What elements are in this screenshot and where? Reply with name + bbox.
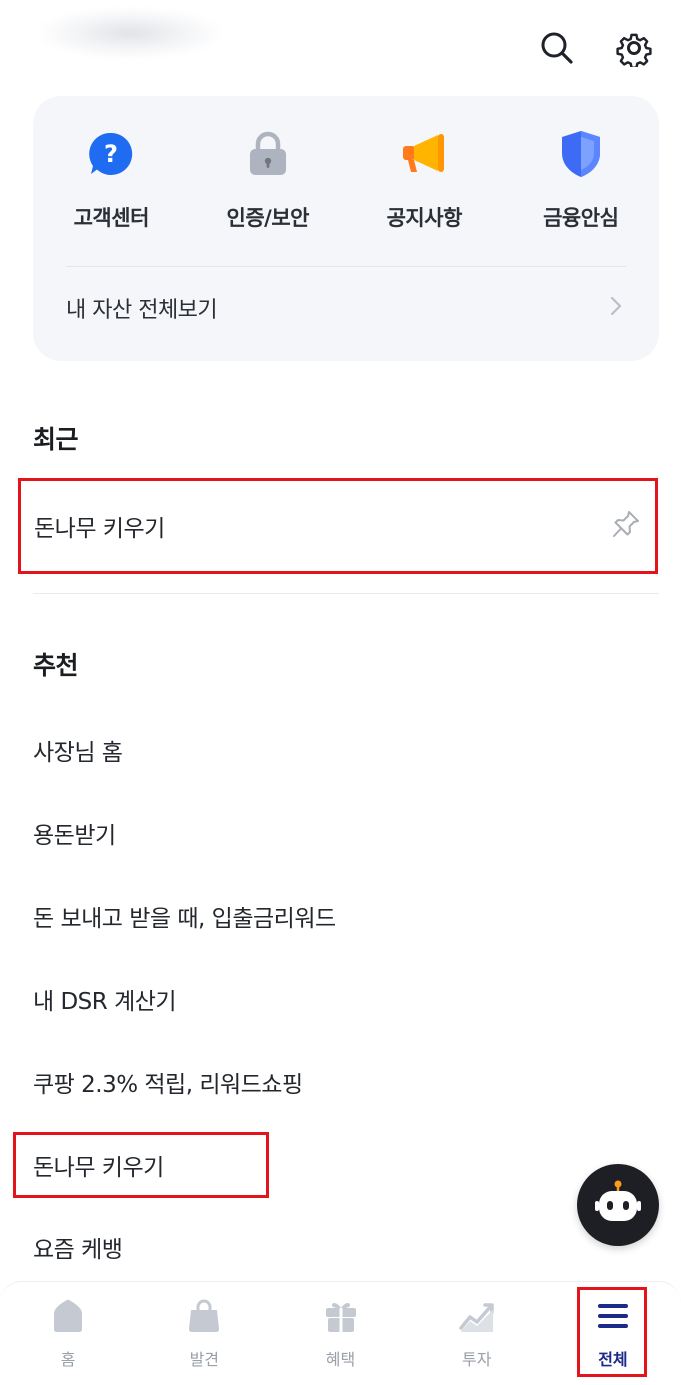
nav-label: 혜택 — [325, 1350, 356, 1369]
recommend-item[interactable]: 용돈받기 — [33, 811, 116, 855]
megaphone-icon — [396, 126, 452, 182]
quick-menu-divider — [66, 266, 626, 267]
recommend-item[interactable]: 사장님 홈 — [33, 728, 123, 772]
shopping-bag-icon — [184, 1296, 224, 1336]
pin-icon[interactable] — [611, 509, 641, 543]
recommend-section-title: 추천 — [33, 651, 79, 680]
recent-item-label: 돈나무 키우기 — [34, 516, 165, 542]
nav-item-discover[interactable]: 발견 — [136, 1282, 272, 1385]
quick-item-customer-center[interactable]: ? 고객센터 — [33, 126, 190, 246]
section-divider — [33, 593, 659, 594]
view-all-assets-link[interactable]: 내 자산 전체보기 — [33, 268, 659, 348]
nav-label: 홈 — [60, 1350, 76, 1369]
recommend-item[interactable]: 쿠팡 2.3% 적립, 리워드쇼핑 — [33, 1060, 303, 1104]
quick-item-auth-security[interactable]: 인증/보안 — [190, 126, 347, 246]
recommend-item[interactable]: 요즘 케뱅 — [33, 1225, 123, 1269]
shield-icon — [553, 126, 609, 182]
quick-item-notice[interactable]: 공지사항 — [346, 126, 503, 246]
top-bar — [0, 0, 681, 95]
gear-icon[interactable] — [614, 28, 654, 68]
quick-menu-card: ? 고객센터 인증/보안 공지사항 금융안심 내 자산 전체보기 — [33, 96, 659, 361]
robot-icon — [593, 1178, 643, 1232]
highlight-box — [13, 1132, 269, 1198]
highlight-box — [577, 1287, 647, 1377]
search-icon[interactable] — [537, 28, 577, 68]
chatbot-button[interactable] — [577, 1164, 659, 1246]
nav-item-home[interactable]: 홈 — [0, 1282, 136, 1385]
recommend-item[interactable]: 내 DSR 계산기 — [33, 977, 177, 1021]
svg-text:?: ? — [104, 140, 118, 168]
recent-item-money-tree[interactable]: 돈나무 키우기 — [18, 478, 658, 574]
quick-item-financial-safety[interactable]: 금융안심 — [503, 126, 660, 246]
profile-name-blurred — [40, 8, 220, 58]
quick-item-label: 고객센터 — [73, 206, 150, 230]
quick-menu-row: ? 고객센터 인증/보안 공지사항 금융안심 — [33, 126, 659, 246]
quick-item-label: 인증/보안 — [226, 206, 310, 230]
gift-icon — [321, 1296, 361, 1336]
recent-section-title: 최근 — [33, 425, 79, 454]
view-all-assets-label: 내 자산 전체보기 — [66, 298, 218, 323]
nav-item-invest[interactable]: 투자 — [409, 1282, 545, 1385]
recommend-item[interactable]: 돈 보내고 받을 때, 입출금리워드 — [33, 894, 336, 938]
nav-item-benefits[interactable]: 혜택 — [272, 1282, 408, 1385]
quick-item-label: 공지사항 — [386, 206, 463, 230]
quick-item-label: 금융안심 — [543, 206, 619, 230]
home-icon — [48, 1296, 88, 1336]
nav-label: 발견 — [189, 1350, 220, 1369]
lock-icon — [240, 126, 296, 182]
chart-icon — [457, 1296, 497, 1336]
chevron-right-icon — [609, 295, 623, 321]
nav-label: 투자 — [461, 1350, 492, 1369]
help-icon: ? — [83, 126, 139, 182]
